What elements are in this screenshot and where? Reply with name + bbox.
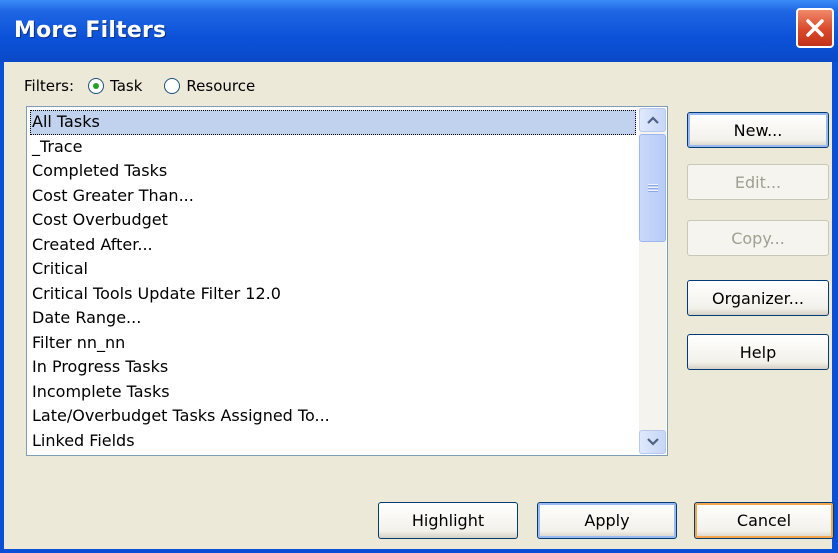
- help-button[interactable]: Help: [687, 334, 829, 370]
- scroll-down-button[interactable]: [639, 430, 666, 454]
- filters-list-items: All Tasks _Trace Completed Tasks Cost Great…: [30, 110, 636, 453]
- new-button-label: New...: [733, 120, 783, 140]
- list-item[interactable]: Cost Overbudget: [30, 208, 636, 233]
- edit-button: Edit...: [687, 164, 829, 200]
- list-item[interactable]: Completed Tasks: [30, 159, 636, 184]
- copy-button: Copy...: [687, 220, 829, 256]
- scroll-thumb[interactable]: [639, 134, 666, 242]
- filters-type-row: Filters: Task Resource: [24, 74, 255, 98]
- chevron-down-icon: [646, 438, 659, 446]
- list-item[interactable]: _Trace: [30, 135, 636, 160]
- resource-radio-circle[interactable]: [164, 78, 181, 94]
- filters-list[interactable]: All Tasks _Trace Completed Tasks Cost Great…: [26, 106, 668, 456]
- cancel-button-label: Cancel: [736, 511, 792, 530]
- radio-checked-dot: [93, 83, 100, 89]
- list-item[interactable]: Critical: [30, 257, 636, 282]
- list-item[interactable]: Linked Fields: [30, 429, 636, 454]
- dialog-body: Filters: Task Resource All Tasks _Trace Co…: [4, 62, 834, 549]
- dialog-title: More Filters: [14, 18, 167, 43]
- organizer-button-label: Organizer...: [711, 288, 805, 308]
- chevron-up-icon: [646, 116, 659, 124]
- list-item[interactable]: Critical Tools Update Filter 12.0: [30, 282, 636, 307]
- list-item[interactable]: Late/Overbudget Tasks Assigned To...: [30, 404, 636, 429]
- more-filters-dialog: More Filters Filters: Task Resource All …: [0, 0, 838, 553]
- task-radio[interactable]: Task: [88, 77, 142, 95]
- title-bar[interactable]: More Filters: [0, 0, 838, 62]
- list-item[interactable]: Cost Greater Than...: [30, 184, 636, 209]
- filters-label: Filters:: [24, 77, 75, 95]
- copy-button-label: Copy...: [731, 228, 785, 248]
- task-radio-circle[interactable]: [88, 78, 105, 94]
- list-item[interactable]: Date Range...: [30, 306, 636, 331]
- edit-button-label: Edit...: [734, 172, 782, 192]
- highlight-button[interactable]: Highlight: [378, 502, 518, 539]
- organizer-button[interactable]: Organizer...: [687, 280, 829, 316]
- close-button[interactable]: [796, 8, 834, 48]
- list-item[interactable]: Created After...: [30, 233, 636, 258]
- close-icon: [806, 19, 824, 37]
- list-item[interactable]: In Progress Tasks: [30, 355, 636, 380]
- resource-radio[interactable]: Resource: [164, 77, 255, 95]
- help-button-label: Help: [739, 342, 777, 362]
- task-radio-label[interactable]: Task: [110, 77, 142, 95]
- cancel-button[interactable]: Cancel: [694, 502, 834, 539]
- list-item[interactable]: Incomplete Tasks: [30, 380, 636, 405]
- resource-radio-label[interactable]: Resource: [186, 77, 255, 95]
- new-button[interactable]: New...: [687, 112, 829, 148]
- grip-icon: [647, 184, 658, 192]
- list-item[interactable]: All Tasks: [30, 110, 636, 135]
- apply-button[interactable]: Apply: [537, 502, 677, 539]
- list-item[interactable]: Filter nn_nn: [30, 331, 636, 356]
- scroll-up-button[interactable]: [639, 108, 666, 132]
- vertical-scrollbar[interactable]: [639, 108, 666, 454]
- apply-button-label: Apply: [584, 511, 630, 530]
- highlight-button-label: Highlight: [411, 511, 485, 530]
